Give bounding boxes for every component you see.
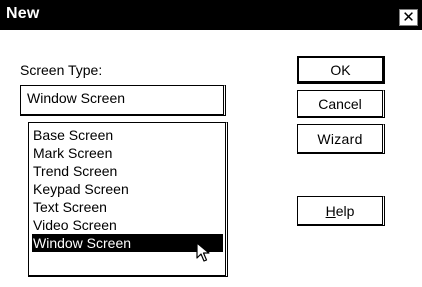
cancel-button[interactable]: Cancel (297, 90, 385, 118)
list-item[interactable]: Trend Screen (32, 162, 117, 180)
wizard-button[interactable]: Wizard (297, 124, 385, 154)
screen-type-field[interactable]: Window Screen (20, 85, 226, 116)
help-button-label: Help (326, 203, 355, 219)
cancel-button-label: Cancel (318, 95, 362, 112)
ok-button[interactable]: OK (297, 56, 385, 84)
title-bar[interactable]: New ✕ (0, 0, 422, 30)
help-button[interactable]: Help (297, 196, 385, 226)
list-item[interactable]: Base Screen (32, 126, 113, 144)
screen-type-label: Screen Type: (20, 62, 103, 78)
wizard-button-label: Wizard (317, 130, 363, 147)
close-button[interactable]: ✕ (399, 9, 418, 26)
ok-button-label: OK (330, 61, 351, 78)
help-label-rest: elp (335, 202, 355, 219)
new-screen-dialog: New ✕ Screen Type: Window Screen Base Sc… (0, 0, 422, 287)
list-item[interactable]: Keypad Screen (32, 180, 129, 198)
list-item[interactable]: Video Screen (32, 216, 117, 234)
close-icon: ✕ (402, 9, 415, 26)
list-item[interactable]: Text Screen (32, 198, 107, 216)
list-item[interactable]: Mark Screen (32, 144, 112, 162)
list-item-selected[interactable]: Window Screen (32, 234, 223, 252)
arrow-pointer-icon (196, 242, 210, 262)
help-mnemonic: H (325, 202, 336, 219)
dialog-title: New (6, 5, 40, 22)
